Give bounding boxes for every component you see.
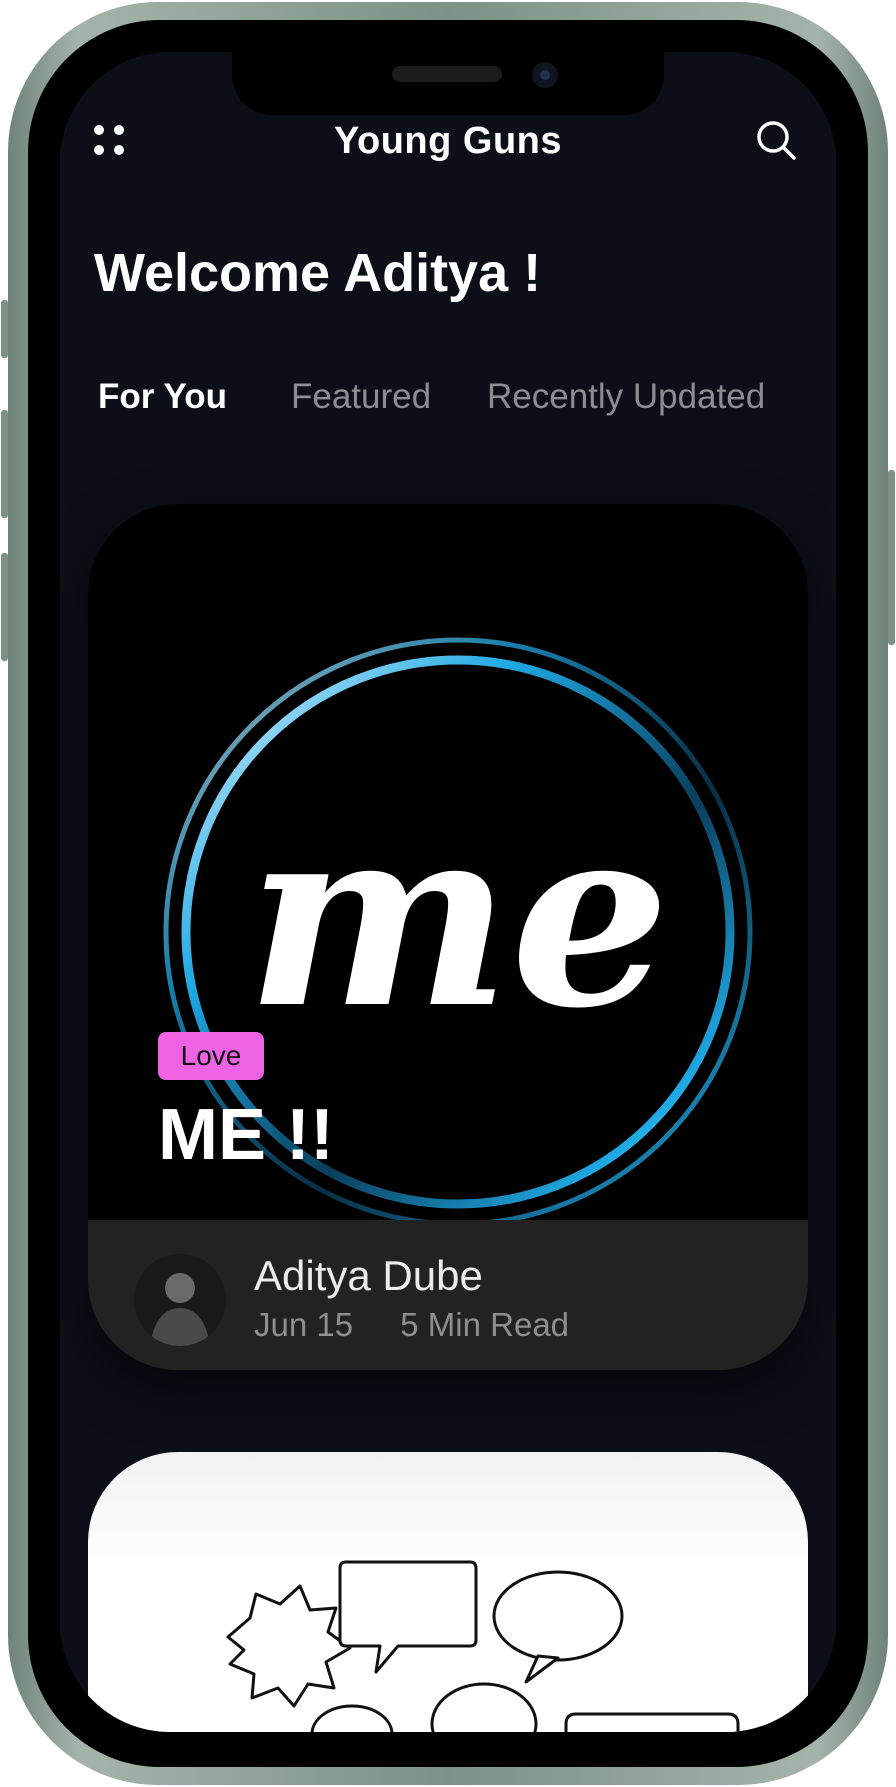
post-footer: Aditya Dube Jun 15 5 Min Read: [88, 1220, 808, 1370]
post-title: ME !!: [158, 1095, 334, 1175]
speaker-grille: [392, 66, 502, 82]
post-date: Jun 15: [254, 1306, 354, 1343]
post-meta: Jun 15 5 Min Read: [254, 1306, 569, 1344]
power-button: [888, 470, 895, 645]
front-camera: [532, 62, 558, 88]
notch: [232, 52, 664, 115]
category-tag[interactable]: Love: [158, 1032, 264, 1080]
author-name[interactable]: Aditya Dube: [254, 1252, 483, 1300]
app-title: Young Guns: [333, 120, 563, 162]
post-card-2[interactable]: [88, 1452, 808, 1732]
tab-featured[interactable]: Featured: [291, 377, 431, 417]
post-card[interactable]: me Love ME !! Aditya Dube Jun 15 5 Min R…: [88, 504, 808, 1370]
silent-switch: [1, 300, 8, 358]
tab-for-you[interactable]: For You: [98, 377, 227, 417]
speech-bubbles-icon: [226, 1560, 740, 1732]
search-icon[interactable]: [754, 118, 798, 162]
volume-down-button: [1, 553, 8, 661]
welcome-heading: Welcome Aditya !: [94, 243, 542, 303]
tab-recently-updated[interactable]: Recently Updated: [487, 377, 765, 417]
me-logo-text: me: [246, 769, 670, 1063]
volume-up-button: [1, 410, 8, 518]
author-avatar[interactable]: [134, 1254, 226, 1346]
app-screen: Young Guns Welcome Aditya ! For You Feat…: [60, 52, 836, 1732]
read-time: 5 Min Read: [400, 1306, 570, 1343]
